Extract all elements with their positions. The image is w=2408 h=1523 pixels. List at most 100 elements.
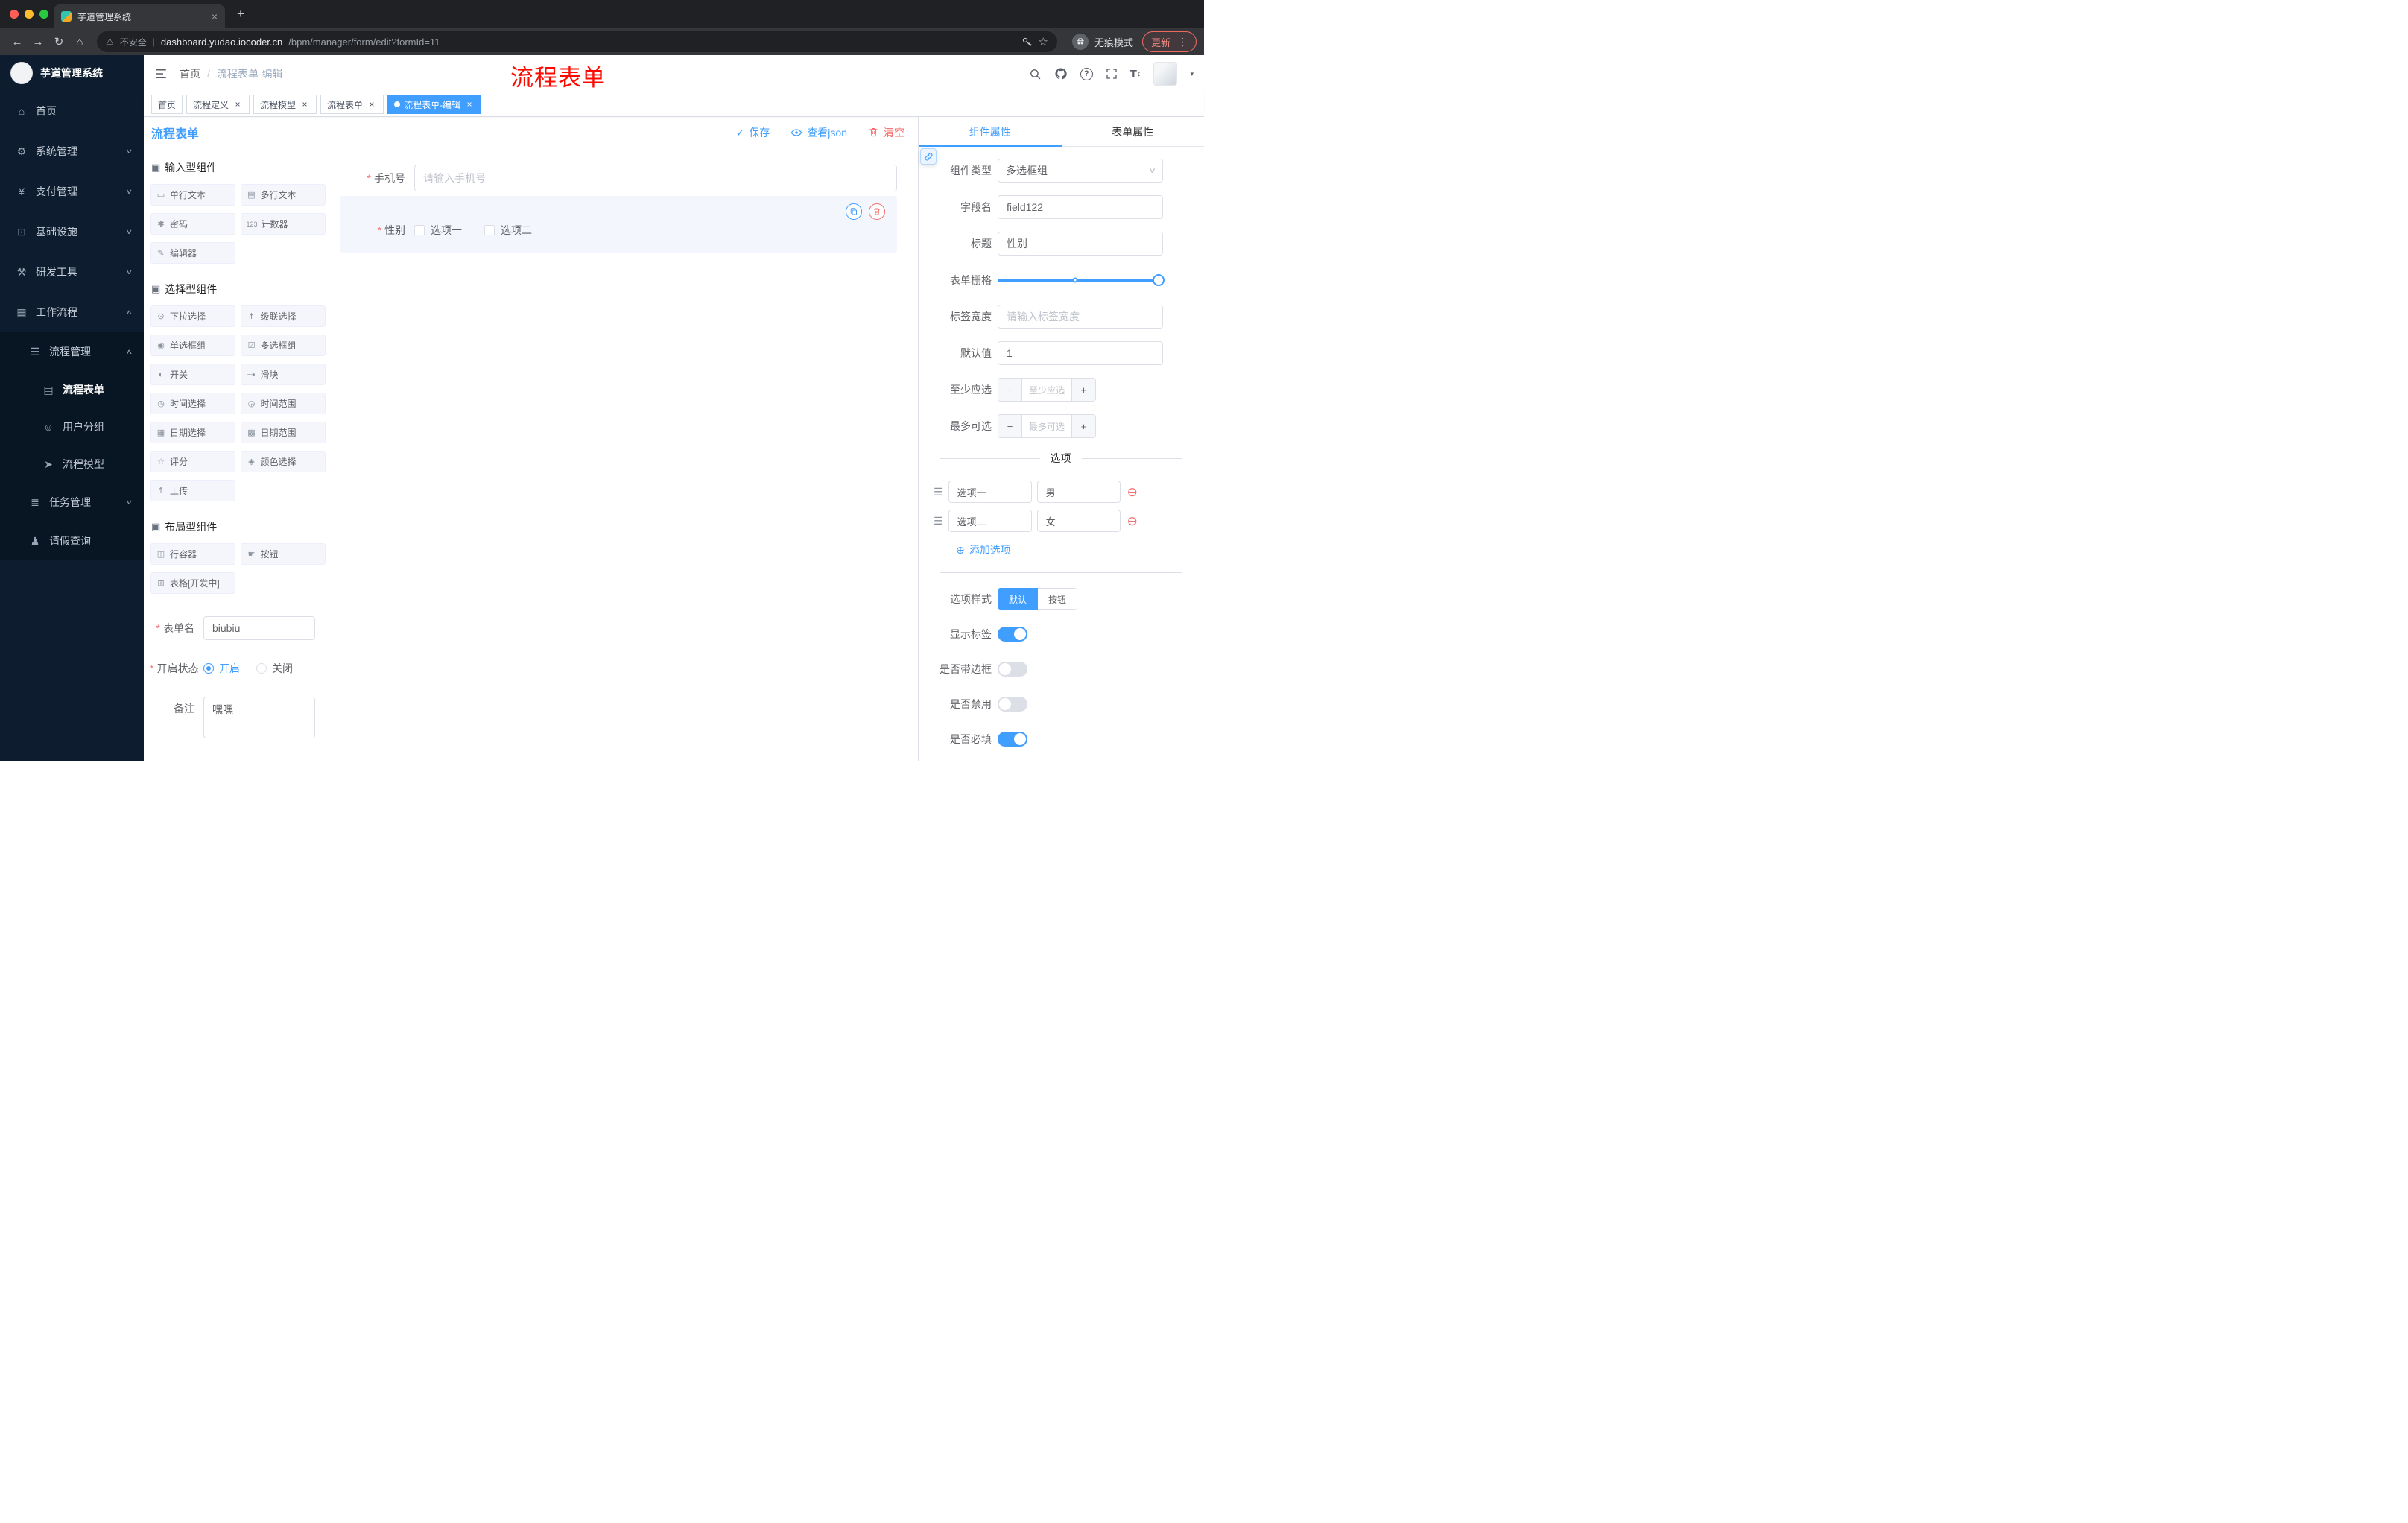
component-type-select[interactable]: 多选框组 ∨ — [998, 159, 1163, 183]
component-item-row-container[interactable]: ◫ 行容器 — [150, 543, 235, 565]
max-select-value[interactable]: 最多可选 — [1022, 415, 1071, 437]
tag-home[interactable]: 首页 — [151, 95, 183, 114]
close-icon[interactable]: × — [464, 99, 475, 110]
form-remark-textarea[interactable]: 嘿嘿 — [203, 697, 315, 738]
tab-close-icon[interactable]: × — [212, 10, 218, 22]
component-item-color-picker[interactable]: ◈ 颜色选择 — [240, 451, 326, 472]
tag-width-input[interactable] — [998, 305, 1163, 329]
sidebar-item-process-form[interactable]: ▤ 流程表单 — [0, 371, 144, 408]
sidebar-item-user-group[interactable]: ☺ 用户分组 — [0, 408, 144, 446]
close-icon[interactable]: × — [300, 99, 310, 110]
key-icon[interactable] — [1021, 37, 1033, 48]
slider-track[interactable] — [998, 274, 1165, 286]
address-bar[interactable]: ⚠ 不安全 | dashboard.yudao.iocoder.cn/bpm/m… — [97, 31, 1057, 52]
component-item-time-range[interactable]: ◶ 时间范围 — [240, 393, 326, 414]
home-button[interactable]: ⌂ — [70, 32, 89, 51]
component-item-editor[interactable]: ✎ 编辑器 — [150, 242, 235, 264]
form-canvas[interactable]: 手机号 — [332, 148, 918, 762]
default-value-input[interactable] — [998, 341, 1163, 365]
clear-button[interactable]: 清空 — [868, 125, 904, 140]
component-item-radio-group[interactable]: ◉ 单选框组 — [150, 335, 235, 356]
remove-option-icon[interactable]: ⊖ — [1127, 486, 1138, 498]
font-size-icon[interactable]: T ↕ — [1130, 68, 1141, 80]
component-item-counter[interactable]: 123 计数器 — [240, 213, 326, 235]
component-item-switch[interactable]: ◐ 开关 — [150, 364, 235, 385]
copy-component-button[interactable] — [846, 203, 862, 220]
forward-button[interactable]: → — [28, 32, 48, 51]
option-value-input[interactable] — [1036, 510, 1121, 532]
sidebar-item-home[interactable]: ⌂ 首页 — [0, 91, 144, 131]
disabled-switch[interactable] — [998, 697, 1027, 712]
back-button[interactable]: ← — [7, 32, 27, 51]
required-switch[interactable] — [998, 732, 1027, 747]
radio-closed[interactable]: 关闭 — [256, 656, 293, 680]
form-grid-slider[interactable] — [998, 268, 1165, 292]
show-label-switch[interactable] — [998, 627, 1027, 642]
component-item-rate[interactable]: ☆ 评分 — [150, 451, 235, 472]
sidebar-item-leave-query[interactable]: ♟ 请假查询 — [0, 522, 144, 560]
drag-handle-icon[interactable]: ☰ — [934, 486, 943, 498]
close-window-button[interactable] — [10, 10, 19, 19]
component-item-cascader[interactable]: ⋔ 级联选择 — [240, 305, 326, 327]
field-name-input[interactable] — [998, 195, 1163, 219]
avatar[interactable] — [1153, 62, 1178, 86]
selected-component[interactable]: 性别 选项一 选项二 — [340, 196, 897, 253]
style-default-button[interactable]: 默认 — [998, 588, 1039, 610]
avatar-caret-icon[interactable]: ▾ — [1190, 70, 1194, 78]
increase-button[interactable]: + — [1071, 415, 1095, 437]
reload-button[interactable]: ↻ — [49, 32, 69, 51]
style-button-button[interactable]: 按钮 — [1038, 588, 1078, 610]
view-json-button[interactable]: 查看json — [790, 125, 847, 140]
option-label-input[interactable] — [948, 510, 1032, 532]
component-item-textarea[interactable]: ▤ 多行文本 — [240, 184, 326, 206]
close-icon[interactable]: × — [367, 99, 377, 110]
search-icon[interactable] — [1029, 68, 1042, 80]
breadcrumb-home[interactable]: 首页 — [180, 66, 200, 81]
radio-open[interactable]: 开启 — [203, 656, 240, 680]
increase-button[interactable]: + — [1071, 379, 1095, 401]
sidebar-item-process-management[interactable]: ☰ 流程管理 ∧ — [0, 332, 144, 371]
collapse-sidebar-icon[interactable] — [154, 67, 168, 80]
border-switch[interactable] — [998, 662, 1027, 677]
tab-component-properties[interactable]: 组件属性 — [919, 117, 1062, 147]
component-item-password[interactable]: ✱ 密码 — [150, 213, 235, 235]
link-icon[interactable] — [920, 148, 937, 165]
decrease-button[interactable]: − — [998, 415, 1022, 437]
form-name-input[interactable] — [203, 616, 315, 640]
checkbox-option-1[interactable]: 选项一 — [414, 223, 462, 238]
save-button[interactable]: ✓ 保存 — [736, 125, 770, 140]
component-item-checkbox-group[interactable]: ☑ 多选框组 — [240, 335, 326, 356]
sidebar-item-process-model[interactable]: ➤ 流程模型 — [0, 446, 144, 483]
add-option-button[interactable]: ⊕ 添加选项 — [956, 542, 1182, 557]
update-button[interactable]: 更新 ⋮ — [1141, 31, 1197, 52]
component-item-single-line-text[interactable]: ▭ 单行文本 — [150, 184, 235, 206]
component-item-select[interactable]: ⊙ 下拉选择 — [150, 305, 235, 327]
browser-menu-icon[interactable]: ⋮ — [1177, 36, 1188, 48]
sidebar-item-infrastructure[interactable]: ⊡ 基础设施 ∨ — [0, 212, 144, 252]
checkbox-option-2[interactable]: 选项二 — [484, 223, 532, 238]
sidebar-item-system-management[interactable]: ⚙ 系统管理 ∨ — [0, 131, 144, 171]
component-item-upload[interactable]: ↥ 上传 — [150, 480, 235, 501]
sidebar-item-workflow[interactable]: ▦ 工作流程 ∧ — [0, 292, 144, 332]
tab-form-properties[interactable]: 表单属性 — [1062, 117, 1205, 146]
drag-handle-icon[interactable]: ☰ — [934, 515, 943, 528]
tag-process-model[interactable]: 流程模型 × — [253, 95, 317, 114]
security-label[interactable]: 不安全 — [120, 36, 147, 48]
zoom-window-button[interactable] — [39, 10, 48, 19]
option-value-input[interactable] — [1036, 481, 1121, 503]
minimize-window-button[interactable] — [25, 10, 34, 19]
decrease-button[interactable]: − — [998, 379, 1022, 401]
sidebar-item-payment-management[interactable]: ¥ 支付管理 ∨ — [0, 171, 144, 212]
phone-field-row[interactable]: 手机号 — [340, 165, 897, 191]
remove-option-icon[interactable]: ⊖ — [1127, 515, 1138, 528]
browser-tab[interactable]: 芋道管理系统 × — [54, 4, 225, 28]
min-select-value[interactable]: 至少应选 — [1022, 379, 1071, 401]
component-item-time-picker[interactable]: ◷ 时间选择 — [150, 393, 235, 414]
component-item-table[interactable]: ⊞ 表格[开发中] — [150, 572, 235, 594]
bookmark-star-icon[interactable]: ☆ — [1039, 35, 1048, 48]
logo-row[interactable]: 芋道管理系统 — [0, 55, 144, 91]
tag-process-definition[interactable]: 流程定义 × — [186, 95, 250, 114]
slider-handle[interactable] — [1153, 274, 1165, 286]
sidebar-item-task-management[interactable]: ≣ 任务管理 ∨ — [0, 483, 144, 522]
component-item-date-picker[interactable]: ▦ 日期选择 — [150, 422, 235, 443]
